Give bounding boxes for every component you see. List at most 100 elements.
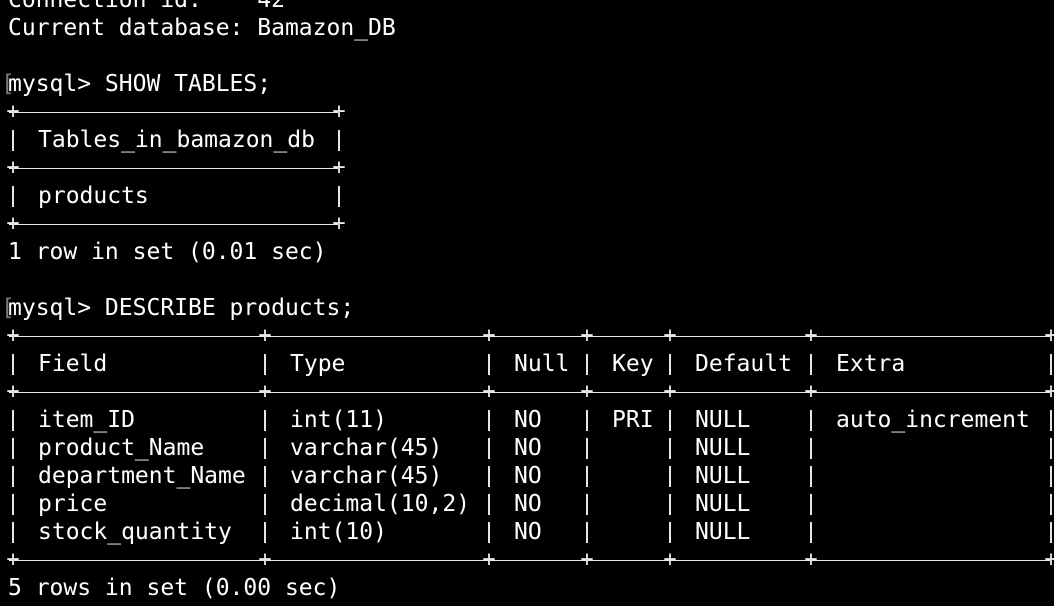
table-row-cell: NO <box>514 463 542 489</box>
table-row: item_ID int(11) NO PRI NULL auto_increment <box>0 406 1054 434</box>
prompt-bracket-icon: [ <box>1 295 15 321</box>
table-row-cell: varchar(45) <box>290 463 443 489</box>
table-pipe <box>669 494 671 515</box>
table-row-cell: NULL <box>695 519 751 545</box>
table-header-row-cell: Key <box>612 351 654 377</box>
table-row-cell: NULL <box>695 463 751 489</box>
table-row-cell: price <box>38 491 108 517</box>
table-header-row-cell: Type <box>290 351 346 377</box>
result-summary-tables: 1 row in set (0.01 sec) <box>8 239 327 265</box>
table-header-row-cell: Field <box>38 351 108 377</box>
tables-result-grid: + + Tables_in_bamazon_db + + products + + <box>0 98 1054 238</box>
table-header-row-cell: Null <box>514 351 570 377</box>
table-pipe <box>12 438 14 459</box>
table-pipe <box>488 494 490 515</box>
table-row-cell: NULL <box>695 491 751 517</box>
table-pipe <box>669 410 671 431</box>
table-pipe <box>12 354 14 375</box>
table-header-row: Tables_in_bamazon_db <box>0 126 1054 154</box>
table-pipe <box>488 354 490 375</box>
table-pipe <box>810 522 812 543</box>
table-pipe <box>1050 438 1052 459</box>
table-row-cell: NO <box>514 435 542 461</box>
table-pipe <box>810 410 812 431</box>
table-pipe <box>264 354 266 375</box>
table-row: stock_quantity int(10) NO NULL <box>0 518 1054 546</box>
table-pipe <box>12 494 14 515</box>
table-border: + + + + + + + <box>6 547 1054 572</box>
connection-id-line: Connection id: 42 <box>8 0 285 13</box>
table-row-cell: department_Name <box>38 463 246 489</box>
table-pipe <box>338 186 340 207</box>
current-database-line: Current database: Bamazon_DB <box>8 15 396 41</box>
table-row-cell: NO <box>514 519 542 545</box>
table-header-row: Field Type Null Key Default Extra <box>0 350 1054 378</box>
table-pipe <box>12 522 14 543</box>
table-border: + + + + + + + <box>6 323 1054 348</box>
table-row-cell: int(11) <box>290 407 387 433</box>
table-row: department_Name varchar(45) NO NULL <box>0 462 1054 490</box>
table-pipe <box>586 354 588 375</box>
table-pipe <box>810 438 812 459</box>
table-row-cell: NULL <box>695 407 751 433</box>
table-pipe <box>586 438 588 459</box>
table-row-cell: PRI <box>612 407 654 433</box>
table-pipe <box>488 410 490 431</box>
table-border: + + <box>6 211 346 236</box>
prompt-bracket-icon: [ <box>1 71 15 97</box>
table-border: + + <box>6 99 346 124</box>
table-pipe <box>586 466 588 487</box>
command-describe: mysql> DESCRIBE products; <box>8 295 355 321</box>
table-pipe <box>810 494 812 515</box>
table-pipe <box>586 522 588 543</box>
table-pipe <box>586 410 588 431</box>
table-pipe <box>1050 410 1052 431</box>
table-pipe <box>12 186 14 207</box>
table-row: price decimal(10,2) NO NULL <box>0 490 1054 518</box>
table-pipe <box>488 438 490 459</box>
table-pipe <box>264 522 266 543</box>
table-row-cell: NULL <box>695 435 751 461</box>
table-pipe <box>264 410 266 431</box>
table-pipe <box>1050 466 1052 487</box>
table-row-cell: product_Name <box>38 435 205 461</box>
table-row-cell: item_ID <box>38 407 135 433</box>
table-pipe <box>669 354 671 375</box>
table-pipe <box>488 466 490 487</box>
table-border: + + <box>6 155 346 180</box>
table-pipe <box>586 494 588 515</box>
prompt-line-show-tables: [mysql> SHOW TABLES; <box>0 70 1054 98</box>
table-pipe <box>12 130 14 151</box>
table-pipe <box>1050 354 1052 375</box>
table-pipe <box>669 522 671 543</box>
table-pipe <box>669 438 671 459</box>
table-pipe <box>338 130 340 151</box>
command-show-tables: mysql> SHOW TABLES; <box>8 71 272 97</box>
table-pipe <box>264 438 266 459</box>
table-pipe <box>488 522 490 543</box>
table-row-cell: auto_increment <box>836 407 1030 433</box>
describe-result-grid: + + + + + + + Field Type Null Key Default Extra + + + + +… <box>0 322 1054 574</box>
table-row-cell: products <box>38 183 149 209</box>
table-header-row-cell: Extra <box>836 351 906 377</box>
table-row-cell: NO <box>514 491 542 517</box>
prompt-line-describe: [mysql> DESCRIBE products; <box>0 294 1054 322</box>
table-pipe <box>12 466 14 487</box>
table-row-cell: int(10) <box>290 519 387 545</box>
table-pipe <box>264 466 266 487</box>
table-pipe <box>1050 494 1052 515</box>
table-header-row-cell: Tables_in_bamazon_db <box>38 127 315 153</box>
table-pipe <box>810 354 812 375</box>
table-border: + + + + + + + <box>6 379 1054 404</box>
table-row-cell: stock_quantity <box>38 519 232 545</box>
table-pipe <box>810 466 812 487</box>
table-pipe <box>1050 522 1052 543</box>
table-pipe <box>669 466 671 487</box>
table-row: product_Name varchar(45) NO NULL <box>0 434 1054 462</box>
result-summary-describe: 5 rows in set (0.00 sec) <box>8 575 341 601</box>
terminal-window[interactable]: Connection id: 42 Current database: Bama… <box>0 0 1054 602</box>
table-header-row-cell: Default <box>695 351 792 377</box>
table-pipe <box>264 494 266 515</box>
